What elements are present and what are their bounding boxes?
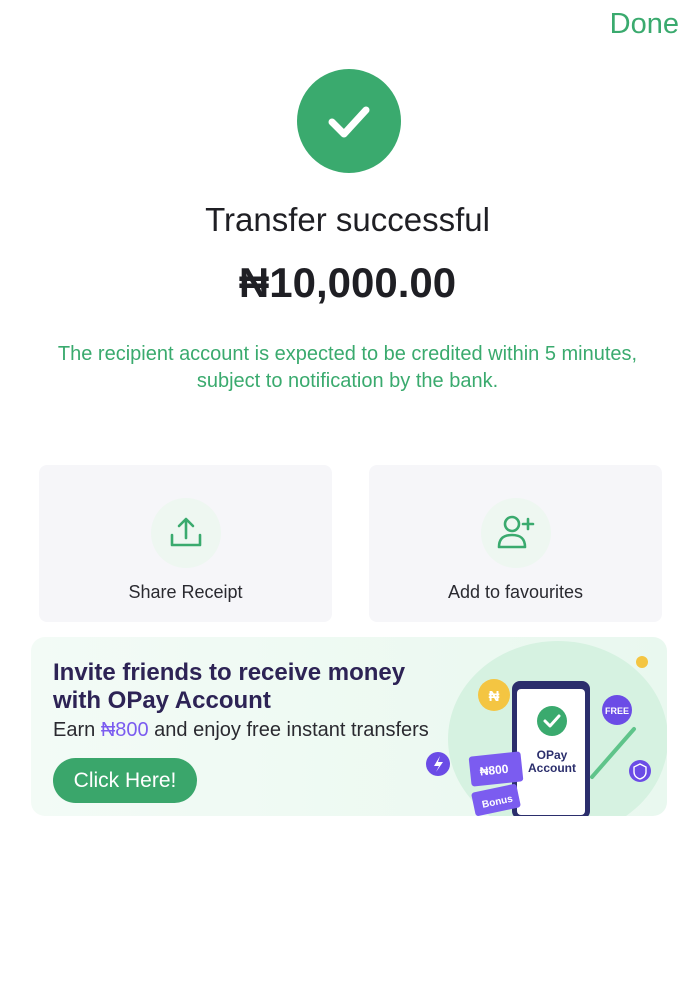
phone-text-line1: OPay: [537, 748, 568, 762]
banner-title-line1: Invite friends to receive money: [53, 659, 406, 686]
status-note: The recipient account is expected to be …: [57, 343, 638, 392]
banner-title-line2: with OPay Account: [53, 687, 271, 714]
banner-sub-suffix: and enjoy free instant transfers: [148, 719, 429, 741]
add-to-favourites-label: Add to favourites: [447, 582, 584, 602]
share-receipt-label: Share Receipt: [128, 582, 243, 602]
share-icon: [150, 498, 221, 568]
phone-check-icon: [537, 706, 567, 736]
promo-illustration: ₦ OPay Account FREE ₦800 Bonus: [426, 641, 667, 816]
svg-text:₦: ₦: [489, 688, 500, 705]
add-user-icon: [480, 498, 551, 568]
yellow-dot-icon: [636, 656, 648, 668]
status-title: Transfer successful: [205, 201, 490, 238]
free-badge-text: FREE: [605, 706, 629, 716]
banner-sub-prefix: Earn: [53, 719, 101, 741]
transfer-amount: ₦10,000.00: [238, 259, 457, 306]
click-here-button[interactable]: Click Here!: [53, 758, 197, 803]
done-button[interactable]: Done: [610, 8, 679, 41]
phone-text-line2: Account: [528, 761, 576, 775]
share-receipt-button[interactable]: Share Receipt: [39, 465, 332, 622]
banner-subtitle: Earn ₦800 and enjoy free instant transfe…: [53, 719, 429, 742]
banner-sub-amount: ₦800: [100, 719, 149, 741]
add-to-favourites-button[interactable]: Add to favourites: [369, 465, 662, 622]
banner-title: Invite friends to receive money with OPa…: [53, 659, 433, 715]
invite-banner[interactable]: Invite friends to receive money with OPa…: [31, 637, 667, 816]
success-check-icon: [297, 69, 401, 173]
